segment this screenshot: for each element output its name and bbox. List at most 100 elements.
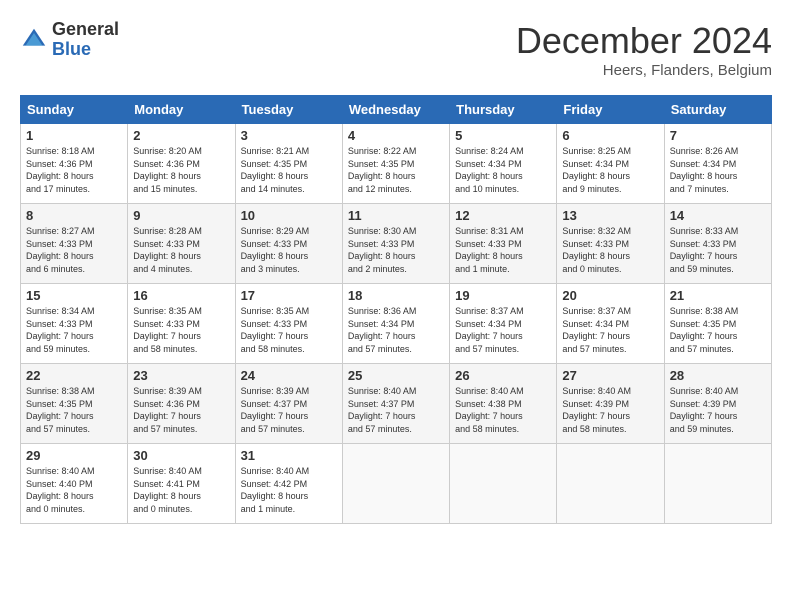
day-number: 1 [26, 128, 122, 143]
logo-blue-text: Blue [52, 39, 91, 59]
day-number: 19 [455, 288, 551, 303]
day-number: 25 [348, 368, 444, 383]
calendar-cell: 11 Sunrise: 8:30 AM Sunset: 4:33 PM Dayli… [342, 204, 449, 284]
calendar-cell: 2 Sunrise: 8:20 AM Sunset: 4:36 PM Daylig… [128, 124, 235, 204]
day-info: Sunrise: 8:35 AM Sunset: 4:33 PM Dayligh… [133, 305, 229, 355]
calendar-cell: 20Sunrise: 8:37 AM Sunset: 4:34 PM Dayli… [557, 284, 664, 364]
calendar-cell: 7Sunrise: 8:26 AM Sunset: 4:34 PM Daylig… [664, 124, 771, 204]
day-number: 14 [670, 208, 766, 223]
day-info: Sunrise: 8:30 AM Sunset: 4:33 PM Dayligh… [348, 225, 444, 275]
day-number: 5 [455, 128, 551, 143]
day-number: 23 [133, 368, 229, 383]
day-info: Sunrise: 8:32 AM Sunset: 4:33 PM Dayligh… [562, 225, 658, 275]
day-info: Sunrise: 8:21 AM Sunset: 4:35 PM Dayligh… [241, 145, 337, 195]
calendar-cell: 29 Sunrise: 8:40 AM Sunset: 4:40 PM Dayli… [21, 444, 128, 524]
day-number: 3 [241, 128, 337, 143]
calendar-cell: 23Sunrise: 8:39 AM Sunset: 4:36 PM Dayli… [128, 364, 235, 444]
day-info: Sunrise: 8:35 AM Sunset: 4:33 PM Dayligh… [241, 305, 337, 355]
day-info: Sunrise: 8:24 AM Sunset: 4:34 PM Dayligh… [455, 145, 551, 195]
calendar-cell [557, 444, 664, 524]
day-info: Sunrise: 8:28 AM Sunset: 4:33 PM Dayligh… [133, 225, 229, 275]
day-info: Sunrise: 8:33 AM Sunset: 4:33 PM Dayligh… [670, 225, 766, 275]
day-number: 13 [562, 208, 658, 223]
day-number: 8 [26, 208, 122, 223]
day-number: 26 [455, 368, 551, 383]
day-number: 16 [133, 288, 229, 303]
day-number: 9 [133, 208, 229, 223]
day-header-saturday: Saturday [664, 96, 771, 124]
logo-icon [20, 26, 48, 54]
calendar-cell: 25 Sunrise: 8:40 AM Sunset: 4:37 PM Dayli… [342, 364, 449, 444]
day-header-tuesday: Tuesday [235, 96, 342, 124]
day-number: 4 [348, 128, 444, 143]
day-info: Sunrise: 8:38 AM Sunset: 4:35 PM Dayligh… [670, 305, 766, 355]
calendar-cell: 9 Sunrise: 8:28 AM Sunset: 4:33 PM Daylig… [128, 204, 235, 284]
calendar-week-row: 22Sunrise: 8:38 AM Sunset: 4:35 PM Dayli… [21, 364, 772, 444]
calendar-cell [342, 444, 449, 524]
day-header-thursday: Thursday [450, 96, 557, 124]
day-header-sunday: Sunday [21, 96, 128, 124]
calendar-cell: 21 Sunrise: 8:38 AM Sunset: 4:35 PM Dayli… [664, 284, 771, 364]
page-header: General Blue December 2024 Heers, Flande… [20, 20, 772, 79]
day-info: Sunrise: 8:37 AM Sunset: 4:34 PM Dayligh… [455, 305, 551, 355]
day-info: Sunrise: 8:40 AM Sunset: 4:37 PM Dayligh… [348, 385, 444, 435]
calendar-cell: 16 Sunrise: 8:35 AM Sunset: 4:33 PM Dayli… [128, 284, 235, 364]
calendar-week-row: 1 Sunrise: 8:18 AM Sunset: 4:36 PM Daylig… [21, 124, 772, 204]
day-number: 15 [26, 288, 122, 303]
calendar-cell: 1 Sunrise: 8:18 AM Sunset: 4:36 PM Daylig… [21, 124, 128, 204]
day-info: Sunrise: 8:20 AM Sunset: 4:36 PM Dayligh… [133, 145, 229, 195]
location-text: Heers, Flanders, Belgium [516, 62, 772, 79]
day-info: Sunrise: 8:22 AM Sunset: 4:35 PM Dayligh… [348, 145, 444, 195]
day-info: Sunrise: 8:36 AM Sunset: 4:34 PM Dayligh… [348, 305, 444, 355]
logo: General Blue [20, 20, 119, 60]
day-info: Sunrise: 8:37 AM Sunset: 4:34 PM Dayligh… [562, 305, 658, 355]
day-header-monday: Monday [128, 96, 235, 124]
day-number: 11 [348, 208, 444, 223]
calendar-cell: 18 Sunrise: 8:36 AM Sunset: 4:34 PM Dayli… [342, 284, 449, 364]
day-info: Sunrise: 8:40 AM Sunset: 4:40 PM Dayligh… [26, 465, 122, 515]
calendar-cell: 30 Sunrise: 8:40 AM Sunset: 4:41 PM Dayli… [128, 444, 235, 524]
day-number: 21 [670, 288, 766, 303]
calendar-cell [664, 444, 771, 524]
calendar-cell: 17Sunrise: 8:35 AM Sunset: 4:33 PM Dayli… [235, 284, 342, 364]
day-info: Sunrise: 8:40 AM Sunset: 4:39 PM Dayligh… [562, 385, 658, 435]
calendar-cell: 8 Sunrise: 8:27 AM Sunset: 4:33 PM Daylig… [21, 204, 128, 284]
day-header-friday: Friday [557, 96, 664, 124]
calendar-cell: 22Sunrise: 8:38 AM Sunset: 4:35 PM Dayli… [21, 364, 128, 444]
calendar-cell: 4 Sunrise: 8:22 AM Sunset: 4:35 PM Daylig… [342, 124, 449, 204]
calendar-cell: 24 Sunrise: 8:39 AM Sunset: 4:37 PM Dayli… [235, 364, 342, 444]
day-number: 18 [348, 288, 444, 303]
day-number: 6 [562, 128, 658, 143]
calendar-cell: 27Sunrise: 8:40 AM Sunset: 4:39 PM Dayli… [557, 364, 664, 444]
calendar-cell: 31Sunrise: 8:40 AM Sunset: 4:42 PM Dayli… [235, 444, 342, 524]
day-info: Sunrise: 8:25 AM Sunset: 4:34 PM Dayligh… [562, 145, 658, 195]
calendar-table: SundayMondayTuesdayWednesdayThursdayFrid… [20, 95, 772, 524]
day-number: 10 [241, 208, 337, 223]
day-info: Sunrise: 8:40 AM Sunset: 4:41 PM Dayligh… [133, 465, 229, 515]
day-number: 24 [241, 368, 337, 383]
day-number: 28 [670, 368, 766, 383]
calendar-cell: 13 Sunrise: 8:32 AM Sunset: 4:33 PM Dayli… [557, 204, 664, 284]
calendar-cell: 3 Sunrise: 8:21 AM Sunset: 4:35 PM Daylig… [235, 124, 342, 204]
calendar-cell: 6 Sunrise: 8:25 AM Sunset: 4:34 PM Daylig… [557, 124, 664, 204]
day-number: 31 [241, 448, 337, 463]
day-info: Sunrise: 8:40 AM Sunset: 4:38 PM Dayligh… [455, 385, 551, 435]
day-info: Sunrise: 8:29 AM Sunset: 4:33 PM Dayligh… [241, 225, 337, 275]
logo-general-text: General [52, 19, 119, 39]
day-info: Sunrise: 8:39 AM Sunset: 4:37 PM Dayligh… [241, 385, 337, 435]
day-number: 29 [26, 448, 122, 463]
calendar-cell: 14 Sunrise: 8:33 AM Sunset: 4:33 PM Dayli… [664, 204, 771, 284]
calendar-cell: 15Sunrise: 8:34 AM Sunset: 4:33 PM Dayli… [21, 284, 128, 364]
calendar-cell: 26 Sunrise: 8:40 AM Sunset: 4:38 PM Dayli… [450, 364, 557, 444]
day-number: 2 [133, 128, 229, 143]
day-number: 30 [133, 448, 229, 463]
calendar-cell: 12Sunrise: 8:31 AM Sunset: 4:33 PM Dayli… [450, 204, 557, 284]
day-info: Sunrise: 8:18 AM Sunset: 4:36 PM Dayligh… [26, 145, 122, 195]
calendar-week-row: 8 Sunrise: 8:27 AM Sunset: 4:33 PM Daylig… [21, 204, 772, 284]
day-info: Sunrise: 8:27 AM Sunset: 4:33 PM Dayligh… [26, 225, 122, 275]
day-header-wednesday: Wednesday [342, 96, 449, 124]
logo-text: General Blue [52, 20, 119, 60]
calendar-header-row: SundayMondayTuesdayWednesdayThursdayFrid… [21, 96, 772, 124]
calendar-week-row: 29 Sunrise: 8:40 AM Sunset: 4:40 PM Dayli… [21, 444, 772, 524]
calendar-week-row: 15Sunrise: 8:34 AM Sunset: 4:33 PM Dayli… [21, 284, 772, 364]
